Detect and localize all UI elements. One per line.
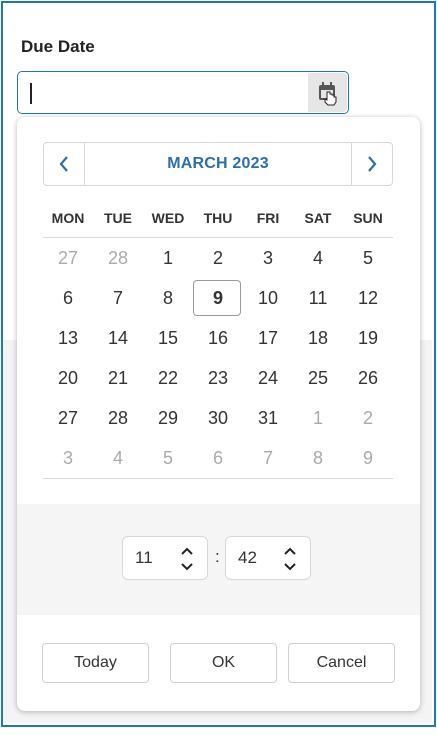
weekday-label: THU — [203, 210, 233, 226]
previous-month-button[interactable] — [44, 143, 85, 185]
day-cell[interactable]: 24 — [243, 358, 293, 398]
day-cell-other-month[interactable]: 28 — [93, 238, 143, 278]
calendar-grid: MON TUE WED THU FRI SAT SUN 27 28 1 2 3 4 5 6 7 8 9 10 11 1… — [43, 199, 393, 479]
hour-stepper[interactable]: 11 — [122, 536, 208, 580]
next-month-button[interactable] — [351, 143, 392, 185]
day-cell[interactable]: 13 — [43, 318, 93, 358]
day-cell[interactable]: 18 — [293, 318, 343, 358]
day-cell[interactable]: 28 — [93, 398, 143, 438]
weekday-header: MON TUE WED THU FRI SAT SUN — [43, 199, 393, 238]
day-cell[interactable]: 15 — [143, 318, 193, 358]
minute-spin-arrows-icon[interactable] — [284, 546, 296, 572]
day-cell-other-month[interactable]: 6 — [193, 438, 243, 478]
day-cell[interactable]: 23 — [193, 358, 243, 398]
day-cell[interactable]: 14 — [93, 318, 143, 358]
day-cell[interactable]: 16 — [193, 318, 243, 358]
day-cell[interactable]: 11 — [293, 278, 343, 318]
hour-spin-arrows-icon[interactable] — [181, 546, 193, 572]
day-cell[interactable]: 4 — [293, 238, 343, 278]
month-navigation: MARCH 2023 — [43, 142, 393, 186]
day-cell[interactable]: 10 — [243, 278, 293, 318]
datepicker-popup: MARCH 2023 MON TUE WED THU FRI SAT SUN 27 28 1 2 3… — [17, 117, 420, 711]
day-cell[interactable]: 2 — [193, 238, 243, 278]
day-cell[interactable]: 26 — [343, 358, 393, 398]
day-cell[interactable]: 12 — [343, 278, 393, 318]
ok-button[interactable]: OK — [170, 643, 277, 683]
day-cell-today[interactable]: 9 — [193, 278, 243, 318]
day-cell-other-month[interactable]: 5 — [143, 438, 193, 478]
day-cell-other-month[interactable]: 8 — [293, 438, 343, 478]
due-date-input[interactable] — [17, 71, 349, 114]
day-cell[interactable]: 8 — [143, 278, 193, 318]
month-year-label[interactable]: MARCH 2023 — [85, 143, 351, 185]
calendar-icon — [318, 81, 336, 105]
day-cell-other-month[interactable]: 27 — [43, 238, 93, 278]
day-cell[interactable]: 5 — [343, 238, 393, 278]
day-cell[interactable]: 30 — [193, 398, 243, 438]
day-cell[interactable]: 3 — [243, 238, 293, 278]
day-cell[interactable]: 6 — [43, 278, 93, 318]
day-cell-other-month[interactable]: 3 — [43, 438, 93, 478]
day-cell[interactable]: 29 — [143, 398, 193, 438]
day-cell[interactable]: 22 — [143, 358, 193, 398]
day-cell-other-month[interactable]: 1 — [293, 398, 343, 438]
weekday-label: WED — [151, 210, 185, 226]
chevron-left-icon — [59, 156, 68, 172]
day-cell-other-month[interactable]: 4 — [93, 438, 143, 478]
weekday-label: TUE — [104, 210, 132, 226]
weekday-label: SUN — [353, 210, 383, 226]
day-cell[interactable]: 20 — [43, 358, 93, 398]
day-cell[interactable]: 17 — [243, 318, 293, 358]
today-button[interactable]: Today — [42, 643, 149, 683]
day-cell-other-month[interactable]: 2 — [343, 398, 393, 438]
weekday-label: FRI — [256, 210, 280, 226]
hour-value[interactable]: 11 — [135, 537, 153, 579]
day-cell[interactable]: 27 — [43, 398, 93, 438]
day-cell-other-month[interactable]: 9 — [343, 438, 393, 478]
day-cell[interactable]: 1 — [143, 238, 193, 278]
day-cell-other-month[interactable]: 7 — [243, 438, 293, 478]
calendar-toggle-button[interactable] — [308, 73, 347, 112]
day-cell[interactable]: 19 — [343, 318, 393, 358]
day-cell[interactable]: 7 — [93, 278, 143, 318]
time-picker: 11 : 42 — [17, 504, 420, 615]
text-cursor — [30, 83, 32, 104]
chevron-right-icon — [368, 156, 377, 172]
day-grid: 27 28 1 2 3 4 5 6 7 8 9 10 11 12 13 14 15 16 17 18 19 20 21 22 2… — [43, 238, 393, 479]
cancel-button[interactable]: Cancel — [288, 643, 395, 683]
day-cell[interactable]: 31 — [243, 398, 293, 438]
minute-stepper[interactable]: 42 — [225, 536, 311, 580]
day-cell[interactable]: 25 — [293, 358, 343, 398]
day-cell[interactable]: 21 — [93, 358, 143, 398]
weekday-label: MON — [51, 210, 85, 226]
weekday-label: SAT — [304, 210, 332, 226]
time-separator: : — [215, 547, 220, 566]
minute-value[interactable]: 42 — [238, 537, 257, 579]
due-date-label: Due Date — [21, 37, 95, 56]
